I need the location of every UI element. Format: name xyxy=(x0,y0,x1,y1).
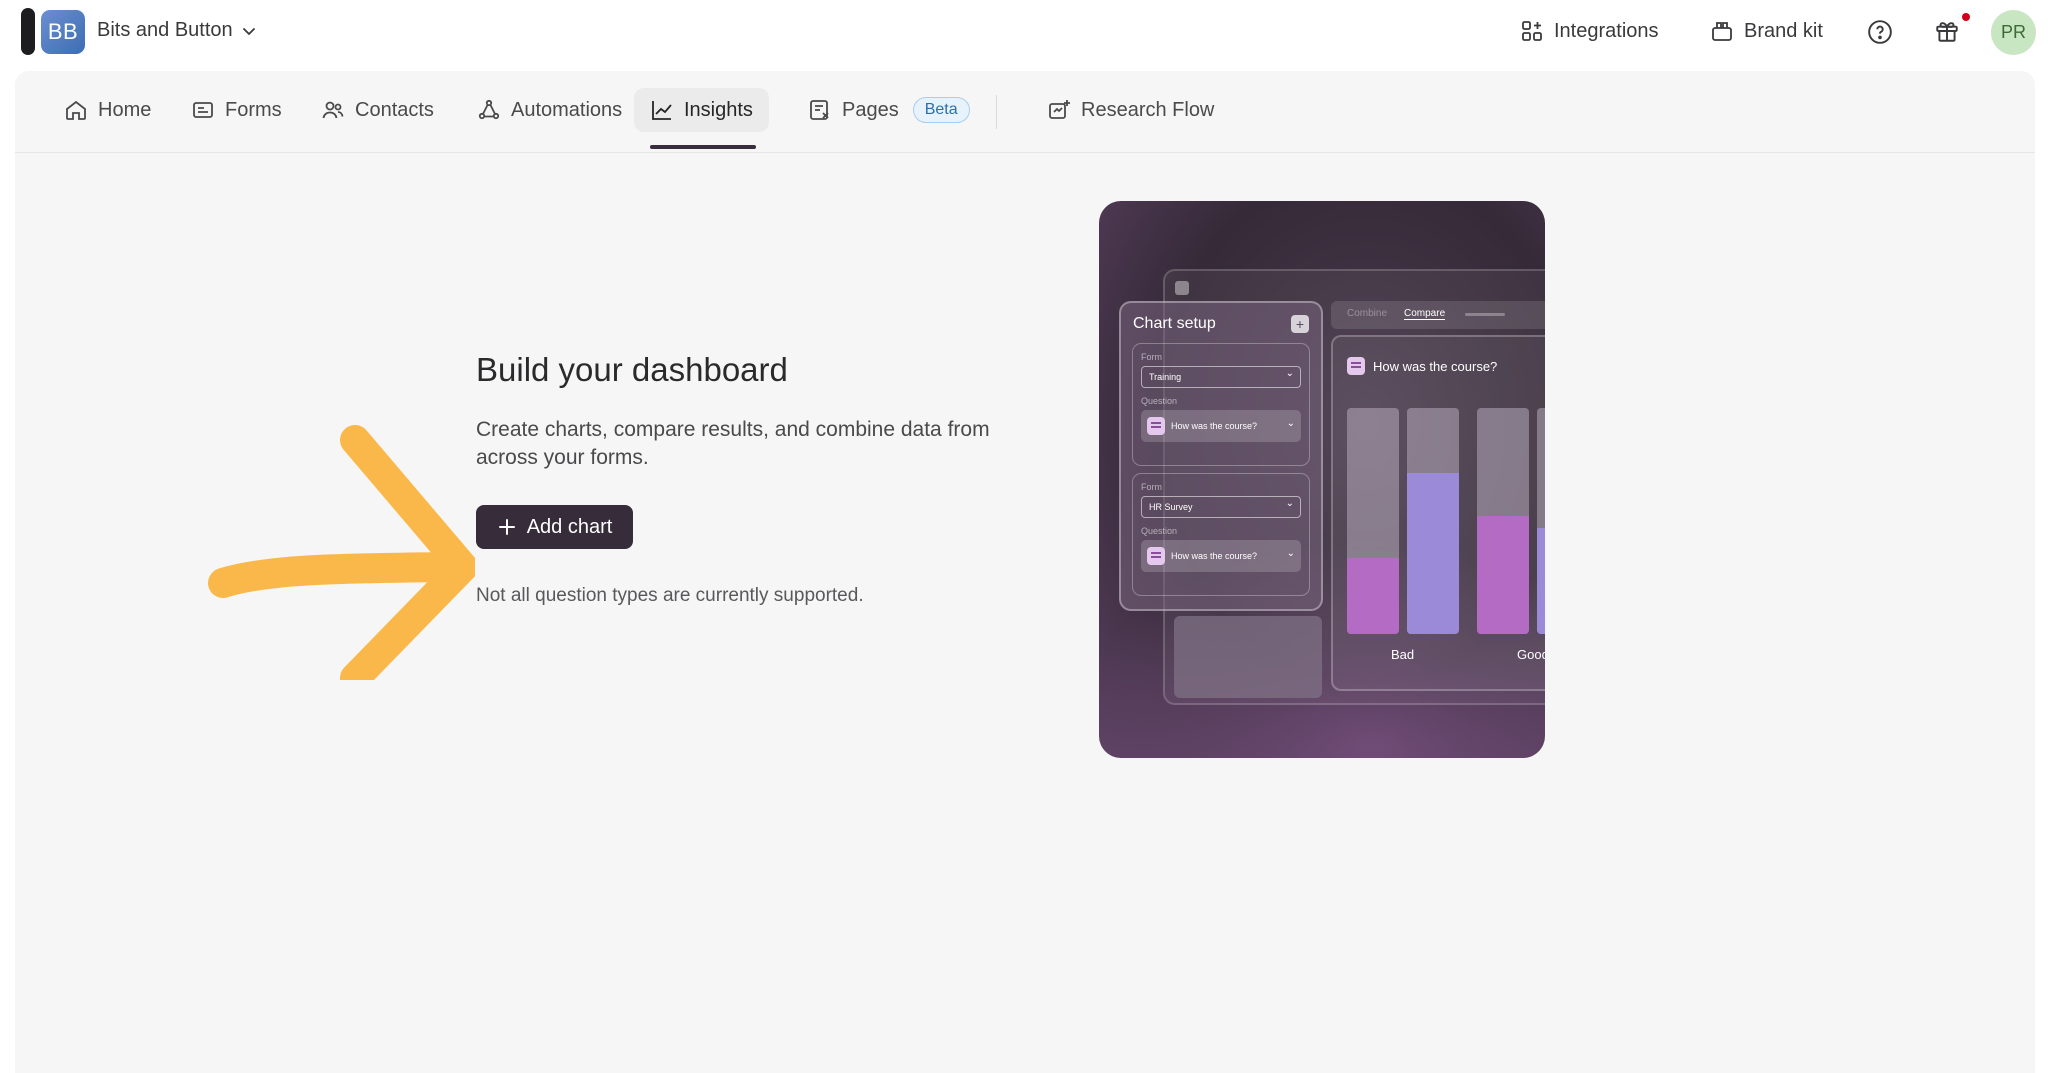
forms-icon xyxy=(193,102,213,118)
workspace-name: Bits and Button xyxy=(97,19,233,41)
automations-icon xyxy=(478,99,500,120)
plus-icon: + xyxy=(1291,315,1309,333)
brand-kit-label: Brand kit xyxy=(1744,19,1823,42)
chart-mode-tabs: Combine Compare xyxy=(1331,301,1545,329)
empty-state-note: Not all question types are currently sup… xyxy=(476,585,864,606)
illustration-stub xyxy=(1174,616,1322,698)
bar-label-bad: Bad xyxy=(1391,647,1415,662)
window-dot xyxy=(1175,281,1189,295)
tab-contacts-label: Contacts xyxy=(355,98,434,121)
question-label: Question xyxy=(1141,396,1178,406)
tab-insights[interactable]: Insights xyxy=(634,88,769,132)
bar-bad-1 xyxy=(1347,408,1399,634)
workspace-avatar[interactable]: BB xyxy=(41,10,85,54)
question-value: How was the course? xyxy=(1171,421,1258,431)
bar-fill xyxy=(1407,473,1459,634)
question-type-icon xyxy=(1147,547,1165,565)
tab-insights-label: Insights xyxy=(684,98,753,121)
empty-state-title: Build your dashboard xyxy=(476,351,788,388)
arrow-pointer-icon xyxy=(208,425,475,680)
nav-divider xyxy=(996,95,997,129)
sidebar-toggle[interactable] xyxy=(21,8,35,55)
bar-label-good: Good xyxy=(1517,647,1545,662)
add-chart-label: Add chart xyxy=(526,515,613,538)
tab-automations-label: Automations xyxy=(511,98,623,121)
tab-combine: Combine xyxy=(1347,308,1388,319)
form-select: Training xyxy=(1141,366,1301,388)
tab-compare: Compare xyxy=(1404,308,1446,320)
beta-badge: Beta xyxy=(912,97,970,123)
notification-dot xyxy=(1962,13,1970,21)
question-type-icon xyxy=(1147,417,1165,435)
tab-forms[interactable]: Forms xyxy=(175,88,298,132)
empty-state-description: Create charts, compare results, and comb… xyxy=(476,418,990,469)
bar-fill xyxy=(1537,528,1545,634)
tab-pages-label: Pages xyxy=(842,98,899,121)
tab-contacts[interactable]: Contacts xyxy=(305,88,450,132)
form-select: HR Survey xyxy=(1141,496,1301,518)
chevron-down-icon xyxy=(242,27,255,35)
integrations-icon xyxy=(1522,21,1542,41)
chart-setup-title: Chart setup xyxy=(1133,315,1216,332)
tab-pages[interactable]: Pages Beta xyxy=(792,88,986,132)
bar-good-1 xyxy=(1477,408,1529,634)
brand-kit-icon xyxy=(1712,22,1732,41)
chart-question-text: How was the course? xyxy=(1373,358,1498,374)
tab-home-label: Home xyxy=(98,98,152,121)
question-select: How was the course? xyxy=(1141,410,1301,442)
chart-setup-panel: Chart setup + Form Training Question How… xyxy=(1119,301,1323,611)
main-nav: Home Forms Contacts Automations Insights… xyxy=(15,71,2035,153)
gift-icon[interactable] xyxy=(1934,18,1960,44)
home-icon xyxy=(66,100,86,120)
bar-bad-2 xyxy=(1407,408,1459,634)
bar-good-2 xyxy=(1537,408,1545,634)
tab-forms-label: Forms xyxy=(225,98,282,121)
form-label: Form xyxy=(1141,482,1162,492)
contacts-icon xyxy=(322,101,344,119)
question-label: Question xyxy=(1141,526,1178,536)
pages-icon xyxy=(810,100,829,120)
tab-placeholder xyxy=(1465,313,1505,316)
user-avatar[interactable]: PR xyxy=(1991,10,2036,55)
question-type-icon xyxy=(1347,357,1365,375)
bar-fill xyxy=(1477,516,1529,634)
top-bar: BB Bits and Button Integrations Brand ki… xyxy=(0,0,2048,66)
tab-home[interactable]: Home xyxy=(48,88,167,132)
integrations-label: Integrations xyxy=(1554,19,1659,42)
chart-question: How was the course? xyxy=(1347,357,1497,375)
setup-card-2: Form HR Survey Question How was the cour… xyxy=(1132,473,1310,596)
dashboard-illustration: Chart setup + Form Training Question How… xyxy=(1099,201,1545,758)
form-label: Form xyxy=(1141,352,1162,362)
tab-automations[interactable]: Automations xyxy=(461,88,638,132)
chart-preview: How was the course? Bad Good xyxy=(1331,335,1545,691)
research-flow-icon xyxy=(1049,100,1070,119)
brand-kit-button[interactable]: Brand kit xyxy=(1710,19,1823,43)
workspace-switcher[interactable]: Bits and Button xyxy=(97,19,257,42)
tab-research-flow-label: Research Flow xyxy=(1081,98,1215,121)
plus-icon xyxy=(498,519,515,535)
active-tab-indicator xyxy=(650,145,756,149)
add-chart-button[interactable]: Add chart xyxy=(476,505,633,549)
setup-card-1: Form Training Question How was the cours… xyxy=(1132,343,1310,466)
help-icon[interactable] xyxy=(1867,19,1893,45)
question-value: How was the course? xyxy=(1171,551,1258,561)
insights-icon xyxy=(652,101,672,120)
integrations-button[interactable]: Integrations xyxy=(1520,19,1659,43)
tab-research-flow[interactable]: Research Flow xyxy=(1031,88,1230,132)
question-select: How was the course? xyxy=(1141,540,1301,572)
bar-fill xyxy=(1347,558,1399,634)
